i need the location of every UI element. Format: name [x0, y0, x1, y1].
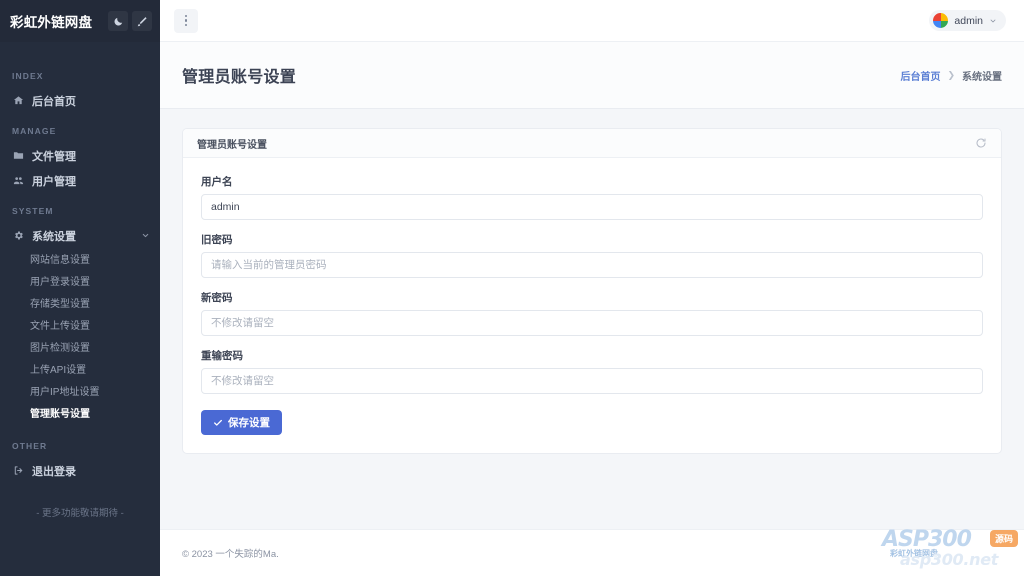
save-button-label: 保存设置 [228, 417, 270, 429]
watermark-domain: asp300.net [900, 550, 999, 569]
form-group-confirm-password: 重输密码 [201, 348, 983, 394]
sidebar-item-logout[interactable]: 退出登录 [0, 458, 160, 483]
main-area: admin 管理员账号设置 后台首页 ❯ 系统设置 管理员账号设置 用户名 ad… [160, 0, 1024, 576]
system-settings-submenu: 网站信息设置 用户登录设置 存储类型设置 文件上传设置 图片检测设置 上传API… [0, 248, 160, 428]
watermark-badge: 源码 [989, 530, 1018, 547]
app-title: 彩虹外链网盘 [10, 15, 93, 30]
confirm-password-label: 重输密码 [201, 350, 243, 362]
vertical-dots-menu-button[interactable] [174, 8, 198, 33]
gear-icon [12, 230, 24, 241]
breadcrumb-current: 系统设置 [962, 71, 1002, 83]
theme-color-button[interactable] [132, 11, 152, 31]
submenu-item-user-login[interactable]: 用户登录设置 [0, 272, 160, 294]
content-area: 管理员账号设置 用户名 旧密码 新密码 [160, 109, 1024, 529]
sidebar-item-file-manage[interactable]: 文件管理 [0, 143, 160, 168]
submenu-item-image-detect[interactable]: 图片检测设置 [0, 338, 160, 360]
avatar-quadrant [940, 13, 949, 21]
user-name-label: admin [954, 14, 983, 27]
home-icon [12, 95, 24, 106]
new-password-input[interactable] [201, 310, 983, 336]
copyright-text: © 2023 一个失踪的Ma. [182, 549, 279, 560]
submenu-item-upload-api[interactable]: 上传API设置 [0, 360, 160, 382]
user-menu[interactable]: admin [929, 10, 1006, 31]
nav-section-manage: MANAGE [12, 126, 57, 136]
sidebar-item-label: 文件管理 [32, 150, 76, 163]
sidebar-item-user-manage[interactable]: 用户管理 [0, 168, 160, 193]
avatar-quadrant [940, 20, 949, 28]
sidebar-item-system-settings[interactable]: 系统设置 [0, 223, 160, 248]
breadcrumb: 后台首页 ❯ 系统设置 [900, 68, 1002, 83]
admin-account-card: 管理员账号设置 用户名 旧密码 新密码 [182, 128, 1002, 454]
sidebar-footer-note: - 更多功能敬请期待 - [36, 508, 124, 519]
new-password-label: 新密码 [201, 292, 233, 304]
nav-section-other: OTHER [12, 441, 48, 451]
watermark-subtitle: 彩虹外链网盘 [890, 549, 938, 558]
brush-icon [136, 16, 148, 27]
submenu-item-storage-type[interactable]: 存储类型设置 [0, 294, 160, 316]
dot [184, 19, 188, 22]
sidebar-item-label: 退出登录 [32, 465, 76, 478]
submenu-item-admin-account[interactable]: 管理账号设置 [0, 404, 160, 426]
sidebar-item-label: 用户管理 [32, 175, 76, 188]
username-label: 用户名 [201, 176, 233, 188]
save-settings-button[interactable]: 保存设置 [201, 410, 282, 435]
logout-icon [12, 465, 24, 476]
nav-section-system: SYSTEM [12, 206, 54, 216]
form-group-new-password: 新密码 [201, 290, 983, 336]
card-body: 用户名 旧密码 新密码 重输密码 [183, 158, 1001, 453]
breadcrumb-separator-icon: ❯ [947, 69, 955, 80]
submenu-item-file-upload[interactable]: 文件上传设置 [0, 316, 160, 338]
submenu-item-site-info[interactable]: 网站信息设置 [0, 250, 160, 272]
card-header: 管理员账号设置 [183, 129, 1001, 158]
admin-panel: 彩虹外链网盘 INDEX 后台首页 MANAGE 文件管理 用户管理 SYSTE… [0, 0, 1024, 576]
username-input[interactable] [201, 194, 983, 220]
dark-mode-toggle[interactable] [108, 11, 128, 31]
check-icon [213, 418, 223, 428]
nav-section-index: INDEX [12, 71, 44, 81]
watermark: ASP300 源码 彩虹外链网盘 asp300.net [878, 526, 1020, 576]
old-password-label: 旧密码 [201, 234, 233, 246]
topbar: admin [160, 0, 1024, 42]
sidebar-item-label: 后台首页 [32, 95, 76, 108]
sidebar-item-label: 系统设置 [32, 230, 76, 243]
dot [184, 23, 188, 27]
sidebar-nav: INDEX 后台首页 MANAGE 文件管理 用户管理 SYSTEM 系统设置 … [0, 42, 160, 576]
chevron-down-icon [141, 231, 150, 240]
users-icon [12, 175, 24, 186]
submenu-item-user-ip[interactable]: 用户IP地址设置 [0, 382, 160, 404]
confirm-password-input[interactable] [201, 368, 983, 394]
page-header: 管理员账号设置 后台首页 ❯ 系统设置 [160, 42, 1024, 109]
avatar-quadrant [933, 20, 941, 28]
page-title: 管理员账号设置 [182, 69, 297, 86]
dot [184, 14, 188, 18]
sidebar: 彩虹外链网盘 INDEX 后台首页 MANAGE 文件管理 用户管理 SYSTE… [0, 0, 160, 576]
breadcrumb-home-link[interactable]: 后台首页 [900, 68, 940, 83]
folder-icon [12, 150, 24, 161]
form-group-old-password: 旧密码 [201, 232, 983, 278]
chevron-down-icon [989, 17, 997, 25]
avatar-quadrant [933, 13, 941, 21]
watermark-brand: ASP300 [882, 527, 972, 552]
sidebar-brand: 彩虹外链网盘 [0, 0, 160, 42]
old-password-input[interactable] [201, 252, 983, 278]
sidebar-item-dashboard[interactable]: 后台首页 [0, 88, 160, 113]
moon-icon [113, 16, 124, 27]
color-wheel-avatar [933, 13, 949, 28]
form-group-username: 用户名 [201, 174, 983, 220]
footer: © 2023 一个失踪的Ma. ASP300 源码 彩虹外链网盘 asp300.… [160, 526, 1024, 576]
card-title: 管理员账号设置 [197, 139, 267, 151]
refresh-icon[interactable] [975, 137, 987, 149]
